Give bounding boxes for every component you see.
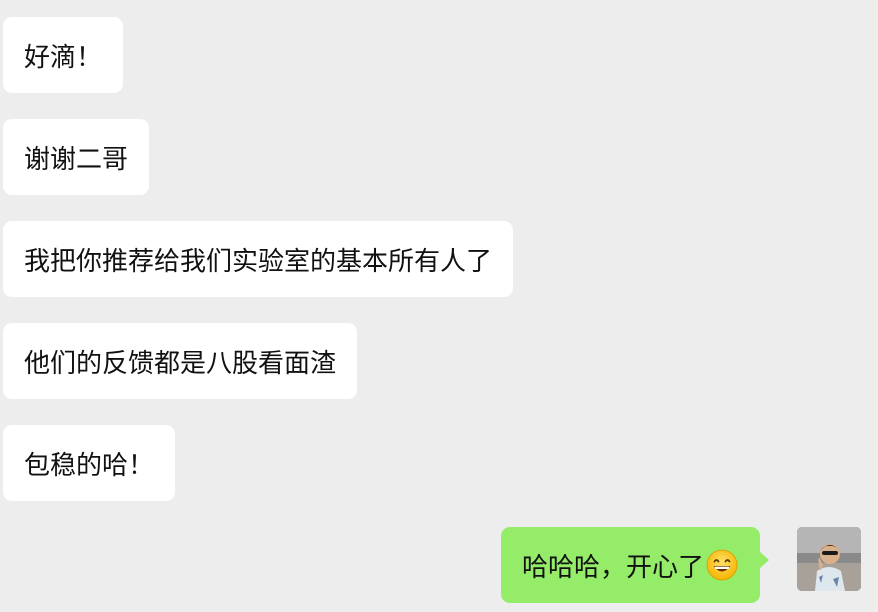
profile-photo — [797, 527, 861, 591]
message-text: 包稳的哈！ — [24, 450, 155, 481]
message-text: 哈哈哈，开心了 — [522, 552, 705, 583]
incoming-message-bubble[interactable]: 好滴！ — [3, 17, 124, 93]
message-text: 我把你推荐给我们实验室的基本所有人了 — [24, 246, 493, 277]
grinning-face-emoji-icon — [706, 549, 738, 581]
incoming-message-bubble[interactable]: 包稳的哈！ — [3, 425, 176, 501]
message-text: 好滴！ — [24, 42, 103, 73]
incoming-message-bubble[interactable]: 谢谢二哥 — [3, 119, 150, 195]
incoming-message-bubble[interactable]: 他们的反馈都是八股看面渣 — [3, 323, 358, 399]
incoming-message-bubble[interactable]: 我把你推荐给我们实验室的基本所有人了 — [3, 221, 514, 297]
outgoing-message-bubble[interactable]: 哈哈哈，开心了 — [501, 527, 770, 603]
message-text: 谢谢二哥 — [24, 144, 129, 175]
message-text: 他们的反馈都是八股看面渣 — [24, 348, 337, 379]
avatar[interactable] — [797, 527, 861, 591]
